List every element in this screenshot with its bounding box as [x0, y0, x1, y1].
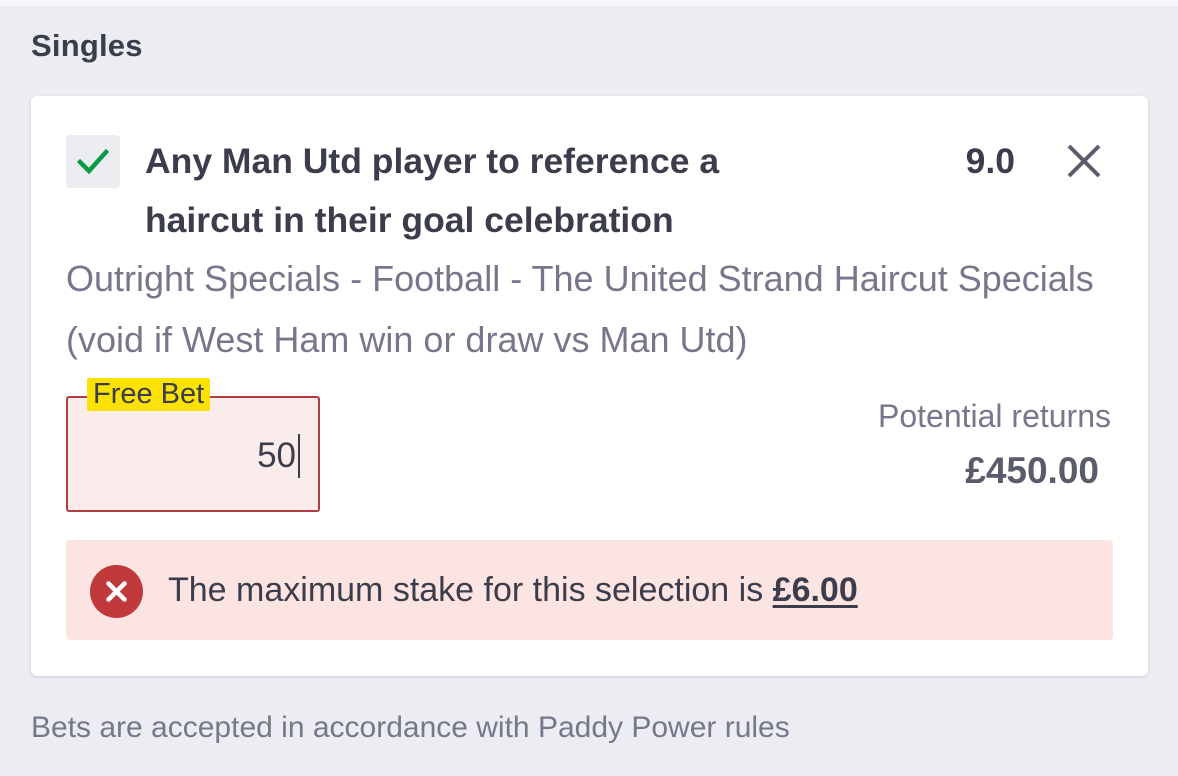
section-title: Singles	[31, 28, 143, 63]
selection-title: Any Man Utd player to reference a haircu…	[145, 141, 720, 240]
stake-value: 50	[257, 436, 296, 475]
selection-odds: 9.0	[965, 141, 1015, 181]
stake-input[interactable]: 50	[66, 396, 320, 512]
remove-selection-button[interactable]	[1065, 142, 1103, 180]
error-message-text: The maximum stake for this selection is	[168, 571, 773, 609]
top-strip	[0, 0, 1178, 6]
max-stake-amount-link[interactable]: £6.00	[773, 571, 858, 609]
market-description: Outright Specials - Football - The Unite…	[66, 258, 1094, 360]
potential-returns-label: Potential returns	[877, 398, 1111, 434]
stake-value-wrapper: 50	[257, 434, 300, 478]
selection-checkbox[interactable]	[66, 135, 120, 188]
max-stake-error-banner: The maximum stake for this selection is …	[66, 540, 1113, 640]
text-caret	[298, 434, 300, 478]
bet-selection-card: Any Man Utd player to reference a haircu…	[31, 96, 1148, 676]
potential-returns-value: £450.00	[965, 450, 1099, 491]
error-message: The maximum stake for this selection is …	[168, 568, 858, 612]
footer-note: Bets are accepted in accordance with Pad…	[31, 711, 790, 744]
free-bet-tag: Free Bet	[87, 378, 211, 411]
error-x-icon	[90, 565, 143, 618]
close-icon	[1067, 144, 1101, 178]
checkmark-icon	[77, 148, 109, 175]
